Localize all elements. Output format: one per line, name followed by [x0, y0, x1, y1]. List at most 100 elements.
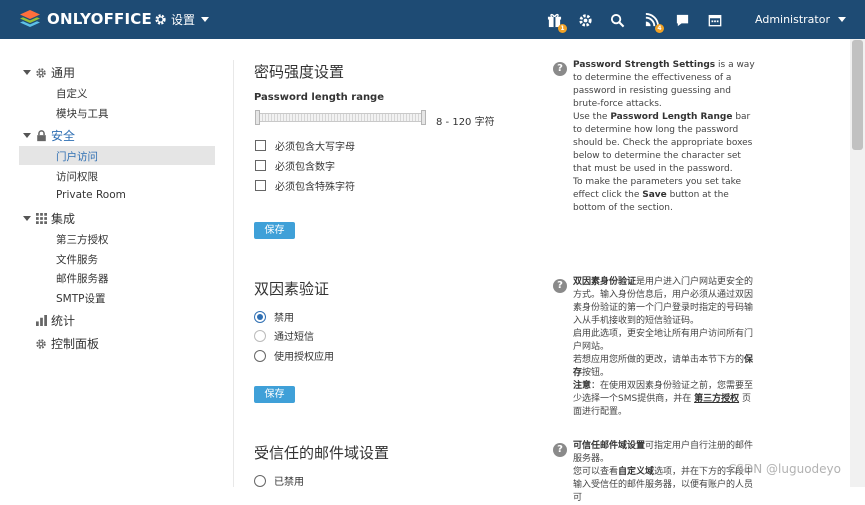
- sidebar-group-label: 安全: [51, 129, 76, 143]
- password-help-text: Password Strength Settings is a way to d…: [573, 59, 755, 215]
- sidebar-group-security[interactable]: 安全: [23, 127, 75, 144]
- help-bold: Password Length Range: [610, 112, 733, 122]
- chevron-down-icon: [201, 17, 210, 22]
- sidebar-group-label: 集成: [51, 212, 76, 226]
- lock-icon: [35, 129, 47, 142]
- sidebar-group-control-panel[interactable]: 控制面板: [35, 335, 99, 352]
- chevron-down-icon: [838, 17, 846, 22]
- help-bold: Save: [642, 190, 667, 200]
- onlyoffice-logo[interactable]: ONLYOFFICE: [19, 9, 152, 29]
- gift-icon[interactable]: 1: [545, 11, 567, 33]
- help-bold: Password Strength Settings: [573, 60, 716, 70]
- gear-icon[interactable]: [576, 11, 594, 29]
- help-bold: 注意: [573, 381, 592, 391]
- check-special[interactable]: 必须包含特殊字符: [255, 178, 355, 193]
- search-icon[interactable]: [608, 11, 626, 29]
- chat-icon[interactable]: [673, 11, 691, 29]
- slider-min-handle[interactable]: [255, 110, 260, 125]
- sidebar-item-private-room[interactable]: Private Room: [56, 189, 126, 201]
- radio-label: 已禁用: [274, 477, 304, 488]
- sidebar-item-customization[interactable]: 自定义: [56, 86, 88, 101]
- twofactor-help-text: 双因素身份验证是用户进入门户网站更安全的方式。输入身份信息后，用户必须从通过双因…: [573, 276, 755, 419]
- scrollbar-thumb[interactable]: [852, 40, 863, 150]
- twofactor-section-title: 双因素验证: [254, 280, 330, 298]
- gear-icon: [155, 14, 166, 25]
- user-name: Administrator: [755, 13, 830, 26]
- grid-icon: [35, 213, 47, 225]
- selected-item-highlight: [19, 146, 215, 165]
- sidebar-group-label: 通用: [51, 66, 76, 80]
- help-text-part: 启用此选项，更安全地让所有用户访问所有门户网站。: [573, 329, 754, 352]
- sidebar-item-access-rights[interactable]: 访问权限: [56, 169, 98, 184]
- help-icon: ?: [553, 279, 567, 293]
- radio-label: 通过短信: [274, 332, 314, 343]
- help-text-part: 若想应用您所做的更改，请单击本节下方的: [573, 355, 745, 365]
- sidebar-group-label: 统计: [51, 314, 76, 328]
- password-section-title: 密码强度设置: [254, 63, 345, 81]
- sidebar-group-general[interactable]: 通用: [23, 64, 75, 81]
- radio-disabled-option[interactable]: 禁用: [254, 309, 294, 324]
- sidebar-item-mail-server[interactable]: 邮件服务器: [56, 271, 109, 286]
- password-length-slider[interactable]: [256, 113, 426, 122]
- help-text-part: Use the: [573, 112, 611, 122]
- sidebar: [0, 39, 220, 487]
- password-length-range: 8 - 120 字符: [436, 117, 495, 128]
- trusted-domain-section-title: 受信任的邮件域设置: [254, 444, 390, 462]
- checkbox[interactable]: [255, 140, 266, 151]
- check-uppercase[interactable]: 必须包含大写字母: [255, 138, 355, 153]
- sidebar-item-smtp[interactable]: SMTP设置: [56, 291, 105, 306]
- help-bold: 可信任邮件域设置: [573, 441, 646, 451]
- checkbox-label: 必须包含大写字母: [275, 142, 355, 153]
- sidebar-item-file-service[interactable]: 文件服务: [56, 252, 98, 267]
- radio-button[interactable]: [254, 329, 266, 342]
- help-bold: 双因素身份验证: [573, 277, 637, 287]
- twofactor-save-button[interactable]: 保存: [254, 386, 295, 403]
- sidebar-item-modules[interactable]: 模块与工具: [56, 106, 109, 121]
- feed-icon[interactable]: 4: [642, 11, 664, 33]
- radio-trusted-disabled[interactable]: 已禁用: [254, 473, 304, 488]
- expand-icon[interactable]: [23, 70, 31, 75]
- calendar-icon[interactable]: [706, 11, 724, 29]
- checkbox[interactable]: [255, 160, 266, 171]
- radio-button[interactable]: [254, 349, 266, 362]
- checkbox[interactable]: [255, 180, 266, 191]
- gear-icon: [35, 67, 47, 79]
- gear-icon: [35, 338, 47, 350]
- sidebar-group-statistics[interactable]: 统计: [35, 312, 75, 329]
- settings-label: 设置: [171, 13, 196, 27]
- expand-icon[interactable]: [23, 133, 31, 138]
- password-save-button[interactable]: 保存: [254, 222, 295, 239]
- radio-label: 禁用: [274, 313, 294, 324]
- help-text-part: 按钮。: [582, 368, 610, 378]
- bar-chart-icon: [35, 315, 47, 327]
- logo-text: ONLYOFFICE: [47, 10, 152, 28]
- radio-app-option[interactable]: 使用授权应用: [254, 348, 334, 363]
- top-bar: ONLYOFFICE 设置 1 4 Administrator: [0, 0, 865, 39]
- radio-button[interactable]: [254, 310, 266, 323]
- watermark: CSDN @luguodeyo: [728, 462, 841, 476]
- sidebar-item-third-party[interactable]: 第三方授权: [56, 232, 109, 247]
- content-divider: [233, 60, 234, 487]
- radio-label: 使用授权应用: [274, 352, 334, 363]
- expand-icon[interactable]: [23, 216, 31, 221]
- sidebar-group-label: 控制面板: [51, 337, 100, 351]
- user-menu[interactable]: Administrator: [755, 13, 846, 26]
- sidebar-item-portal-access[interactable]: 门户访问: [56, 149, 98, 164]
- checkbox-label: 必须包含数字: [275, 162, 335, 173]
- third-party-link[interactable]: 第三方授权: [694, 394, 739, 404]
- logo-icon: [20, 10, 40, 27]
- radio-button[interactable]: [254, 474, 266, 487]
- help-bold: 自定义域: [618, 467, 655, 477]
- slider-max-handle[interactable]: [421, 110, 426, 125]
- feed-badge: 4: [655, 24, 664, 33]
- notification-badge: 1: [558, 24, 567, 33]
- check-digits[interactable]: 必须包含数字: [255, 158, 335, 173]
- help-text-part: 您可以查看: [573, 467, 619, 477]
- sidebar-group-integration[interactable]: 集成: [23, 210, 75, 227]
- checkbox-label: 必须包含特殊字符: [275, 182, 355, 193]
- settings-menu[interactable]: 设置: [154, 11, 210, 28]
- help-icon: ?: [553, 443, 567, 457]
- help-icon: ?: [553, 62, 567, 76]
- password-length-label: Password length range: [254, 92, 384, 103]
- radio-sms-option[interactable]: 通过短信: [254, 328, 314, 343]
